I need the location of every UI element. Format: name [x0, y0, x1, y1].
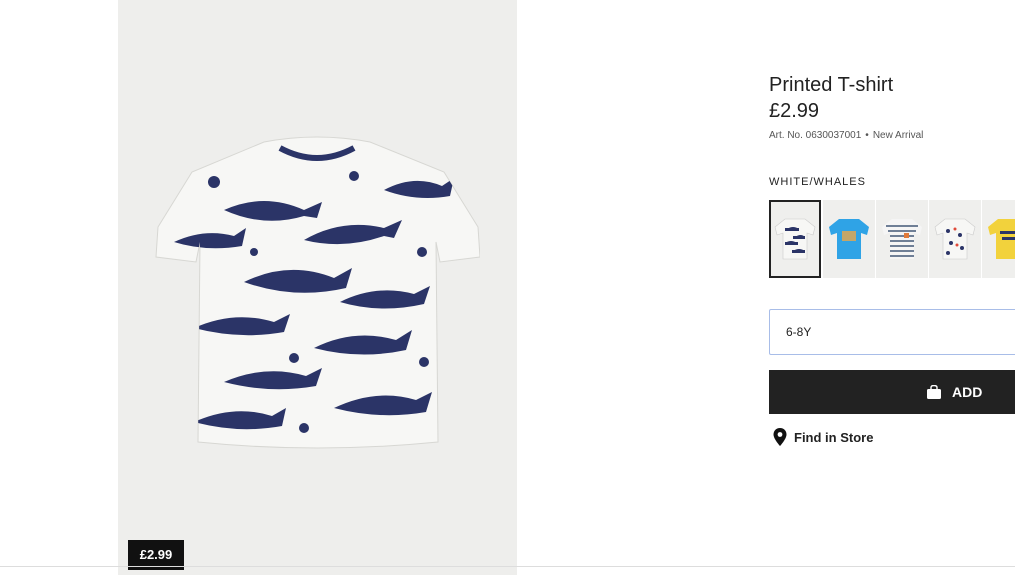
selected-color-name: WHITE/WHALES	[769, 176, 866, 188]
product-image	[155, 136, 480, 449]
add-button-label: ADD	[952, 384, 983, 400]
meta-separator: •	[865, 130, 869, 141]
page-divider	[0, 566, 1015, 567]
size-select[interactable]: 6-8Y	[769, 309, 1015, 355]
find-in-store-label: Find in Store	[794, 429, 874, 445]
swatch-white-whales[interactable]	[769, 200, 821, 278]
new-arrival-badge: New Arrival	[872, 130, 924, 141]
color-swatches	[769, 200, 1015, 280]
product-image-panel[interactable]: £2.99	[118, 0, 517, 575]
swatch-thumbnail	[934, 218, 976, 260]
swatch-blue-print[interactable]	[823, 200, 875, 278]
article-number: Art. No. 0630037001	[769, 130, 862, 141]
add-to-bag-button[interactable]: ADD	[769, 370, 1015, 414]
product-info: Printed T-shirt £2.99 Art. No. 063003700…	[769, 72, 1015, 188]
swatch-grey-stripes[interactable]	[876, 200, 928, 278]
product-price: £2.99	[769, 100, 820, 122]
swatch-yellow-venice-beach[interactable]	[982, 200, 1015, 278]
swatch-thumbnail	[829, 219, 869, 259]
swatch-white-boats[interactable]	[929, 200, 981, 278]
product-title: Printed T-shirt	[769, 74, 894, 96]
location-pin-icon	[773, 428, 787, 446]
swatch-thumbnail	[882, 219, 922, 259]
find-in-store-link[interactable]: Find in Store	[773, 428, 873, 446]
swatch-thumbnail	[988, 219, 1015, 259]
product-meta: Art. No. 0630037001 • New Arrival	[769, 130, 1015, 141]
bag-icon	[927, 385, 941, 399]
swatch-thumbnail	[774, 218, 816, 260]
size-select-value: 6-8Y	[786, 325, 812, 339]
